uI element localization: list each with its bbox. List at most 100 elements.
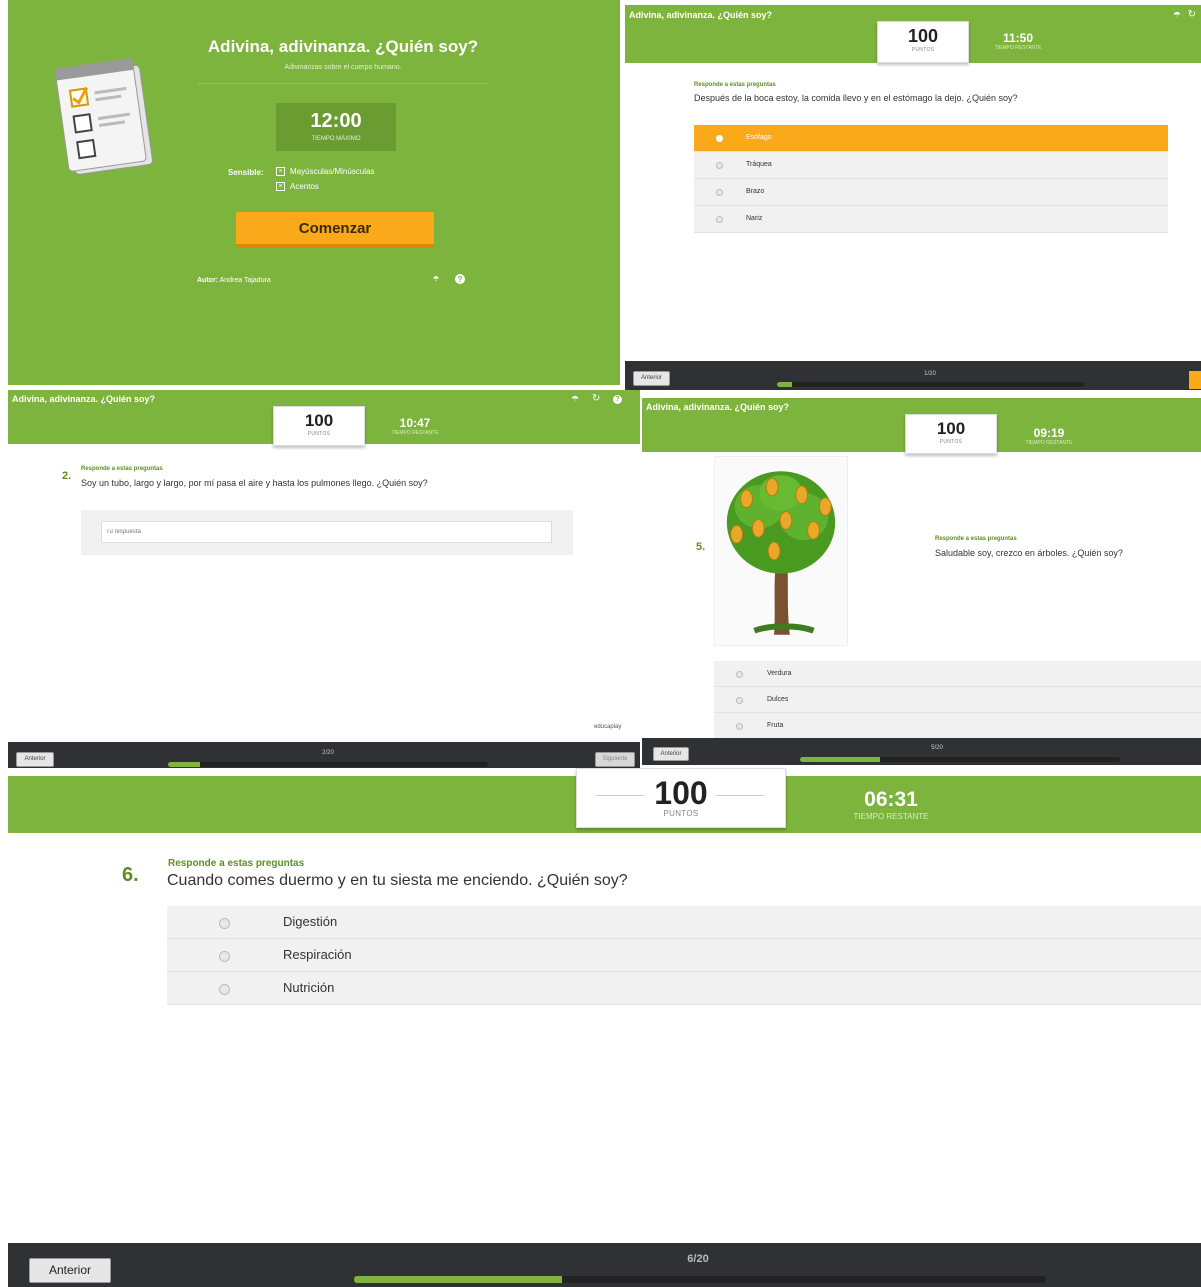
author-label: Autor: — [197, 277, 218, 284]
question-text: Cuando comes duermo y en tu siesta me en… — [167, 872, 628, 889]
progress-fill — [354, 1276, 562, 1283]
option-label: Esófago — [746, 134, 772, 141]
score-label: PUNTOS — [911, 47, 935, 53]
progress-fill — [168, 762, 200, 767]
question-text: Saludable soy, crezco en árboles. ¿Quién… — [935, 548, 1123, 558]
question5-panel: Adivina, adivinanza. ¿Quién soy? 100 PUN… — [642, 398, 1201, 765]
score-card: 100 PUNTOS — [273, 406, 365, 446]
score-value: 100 — [304, 411, 334, 430]
share-icon[interactable]: ☂ — [431, 274, 441, 284]
score-card: 100 PUNTOS — [905, 414, 997, 454]
option-accents[interactable]: × Acentos — [276, 182, 319, 191]
time-remaining: 11:50 TIEMPO RESTANTE — [980, 31, 1056, 51]
option-label: Nariz — [746, 215, 763, 222]
option-case-label: Mayúsculas/Minúsculas — [290, 167, 375, 176]
option-label: Digestión — [283, 914, 338, 929]
answer-options: Esófago Tráquea Brazo Nariz — [694, 125, 1168, 233]
prev-button[interactable]: Anterior — [29, 1258, 111, 1283]
score-line-left — [596, 795, 644, 796]
checkbox-icon[interactable]: × — [276, 167, 285, 176]
question6-panel: 100 PUNTOS 06:31 TIEMPO RESTANTE 6. Resp… — [8, 768, 1201, 1287]
share-icon[interactable]: ☂ — [571, 394, 579, 405]
radio[interactable] — [716, 216, 723, 223]
help-icon[interactable]: ? — [455, 274, 465, 284]
answer-input[interactable] — [101, 521, 552, 543]
option-row[interactable]: Nutrición — [167, 972, 1201, 1005]
option-row[interactable]: Respiración — [167, 939, 1201, 972]
timer-label: TIEMPO RESTANTE — [391, 430, 439, 436]
checklist-icon — [54, 57, 153, 175]
progress-text: 2/20 — [322, 750, 334, 756]
question-prompt: Responde a estas preguntas — [694, 82, 776, 88]
timer-value: 06:31 — [864, 788, 918, 811]
progress-fill — [777, 382, 793, 387]
progress-track — [777, 382, 1085, 387]
timer-value: 09:19 — [1033, 426, 1065, 440]
option-label: Tráquea — [746, 161, 772, 168]
option-row[interactable]: Fruta — [714, 713, 1201, 739]
score-value: 100 — [907, 26, 939, 46]
score-value: 100 — [936, 419, 966, 438]
option-row[interactable]: Verdura — [714, 661, 1201, 687]
question-text: Soy un tubo, largo y largo, por mí pasa … — [81, 478, 428, 488]
time-remaining: 09:19 TIEMPO RESTANTE — [1014, 426, 1084, 446]
answer-options: Digestión Respiración Nutrición — [167, 906, 1201, 1005]
max-time-label: TIEMPO MÁXIMO — [311, 136, 361, 142]
option-case[interactable]: × Mayúsculas/Minúsculas — [276, 167, 374, 176]
score-card: 100 PUNTOS — [877, 21, 969, 63]
score-label: PUNTOS — [663, 809, 699, 818]
option-row[interactable]: Dulces — [714, 687, 1201, 713]
brand-text: educaplay — [594, 724, 622, 730]
radio[interactable] — [736, 697, 743, 704]
option-accents-label: Acentos — [290, 182, 319, 191]
radio[interactable] — [716, 189, 723, 196]
divider — [198, 83, 488, 84]
option-row-selected[interactable]: Esófago — [694, 125, 1168, 152]
timer-label: TIEMPO RESTANTE — [853, 812, 929, 821]
option-row[interactable]: Tráquea — [694, 152, 1168, 179]
radio[interactable] — [219, 984, 230, 995]
option-label: Nutrición — [283, 980, 335, 995]
option-row[interactable]: Brazo — [694, 179, 1168, 206]
question-number: 2. — [62, 470, 72, 482]
option-label: Brazo — [746, 188, 765, 195]
brand-logo: educaplay — [594, 724, 621, 730]
radio[interactable] — [736, 671, 743, 678]
score-label: PUNTOS — [939, 439, 963, 445]
option-row[interactable]: Digestión — [167, 906, 1201, 939]
radio[interactable] — [219, 951, 230, 962]
prev-button[interactable]: Anterior — [653, 747, 689, 761]
option-row[interactable]: Nariz — [694, 206, 1168, 233]
score-label: PUNTOS — [307, 431, 331, 437]
next-button[interactable]: Siguiente — [595, 752, 635, 767]
radio[interactable] — [716, 162, 723, 169]
option-label: Verdura — [767, 670, 792, 677]
next-button[interactable] — [1189, 371, 1201, 389]
question2-panel: Adivina, adivinanza. ¿Quién soy? ☂ ↻ ? 1… — [8, 390, 640, 770]
answer-options: Verdura Dulces Fruta — [714, 661, 1201, 739]
progress-fill — [800, 757, 880, 762]
score-card: 100 PUNTOS — [576, 768, 786, 828]
intro-title: Adivina, adivinanza. ¿Quién soy? — [207, 37, 479, 56]
option-label: Fruta — [767, 722, 784, 729]
time-remaining: 06:31 TIEMPO RESTANTE — [826, 788, 956, 821]
start-button[interactable]: Comenzar — [236, 212, 434, 247]
progress-track — [354, 1276, 1046, 1283]
reload-icon[interactable]: ↻ — [1188, 9, 1196, 20]
timer-value: 11:50 — [1002, 31, 1034, 45]
author-line: Autor: Andrea Tajadura — [197, 277, 271, 284]
help-icon[interactable]: ? — [613, 395, 622, 404]
question-prompt: Responde a estas preguntas — [935, 536, 1017, 542]
radio[interactable] — [219, 918, 230, 929]
question-prompt: Responde a estas preguntas — [81, 466, 163, 472]
prev-button[interactable]: Anterior — [633, 371, 670, 386]
option-label: Respiración — [283, 947, 352, 962]
reload-icon[interactable]: ↻ — [592, 393, 600, 404]
radio[interactable] — [736, 723, 743, 730]
timer-label: TIEMPO RESTANTE — [994, 45, 1042, 51]
prev-button[interactable]: Anterior — [16, 752, 54, 767]
radio-selected[interactable] — [716, 135, 723, 142]
checkbox-icon[interactable]: × — [276, 182, 285, 191]
timer-value: 10:47 — [399, 416, 431, 430]
share-icon[interactable]: ☂ — [1173, 10, 1181, 21]
